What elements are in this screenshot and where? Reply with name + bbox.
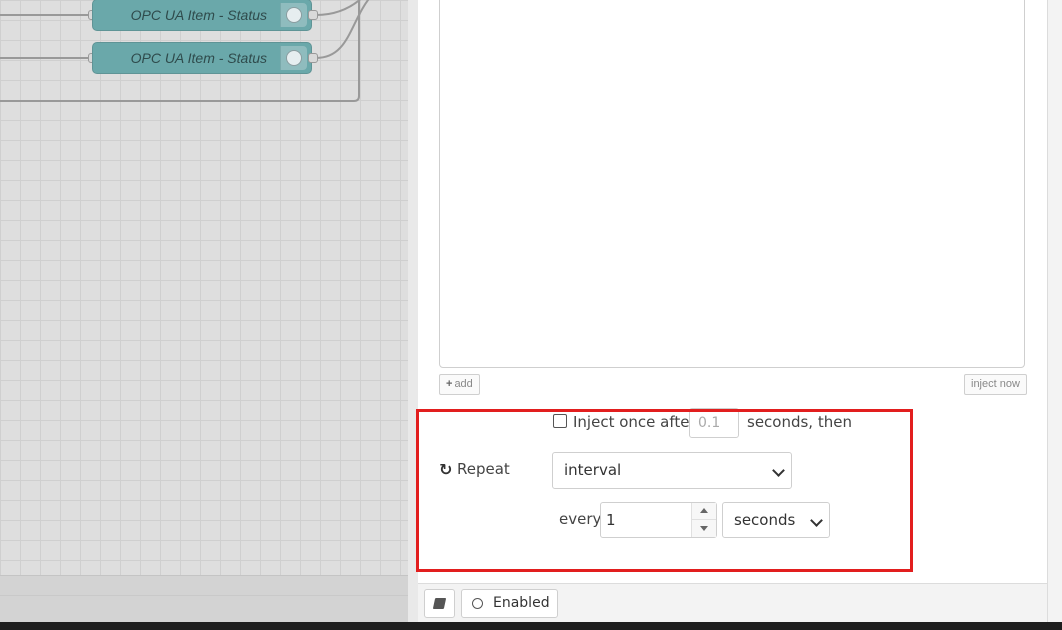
bottom-bar <box>0 622 1062 630</box>
node-output-port[interactable] <box>308 10 318 20</box>
opcua-globe-icon <box>280 46 307 70</box>
horizontal-scrollbar[interactable] <box>0 595 408 596</box>
enabled-toggle-button[interactable]: Enabled <box>461 589 558 618</box>
add-label: add <box>454 378 473 390</box>
opcua-globe-icon <box>280 3 307 27</box>
flow-canvas[interactable]: OPC UA Item - Status OPC UA Item - Statu… <box>0 0 408 575</box>
wires <box>0 0 370 102</box>
canvas-footer <box>0 575 408 623</box>
properties-list[interactable] <box>439 0 1025 368</box>
inject-now-button[interactable]: inject now <box>964 374 1027 395</box>
node-output-port[interactable] <box>308 53 318 63</box>
node-docs-button[interactable] <box>424 589 455 618</box>
highlight-box <box>416 409 913 572</box>
opcua-item-node[interactable]: OPC UA Item - Status <box>92 42 312 74</box>
node-label: OPC UA Item - Status <box>130 50 267 66</box>
add-property-button[interactable]: + add <box>439 374 480 395</box>
enabled-label: Enabled <box>493 595 550 611</box>
circle-icon <box>472 598 483 609</box>
node-label: OPC UA Item - Status <box>130 7 267 23</box>
plus-icon: + <box>446 378 453 390</box>
sidebar-edge[interactable] <box>1047 0 1062 622</box>
book-icon <box>432 598 447 609</box>
opcua-item-node[interactable]: OPC UA Item - Status <box>92 0 312 31</box>
